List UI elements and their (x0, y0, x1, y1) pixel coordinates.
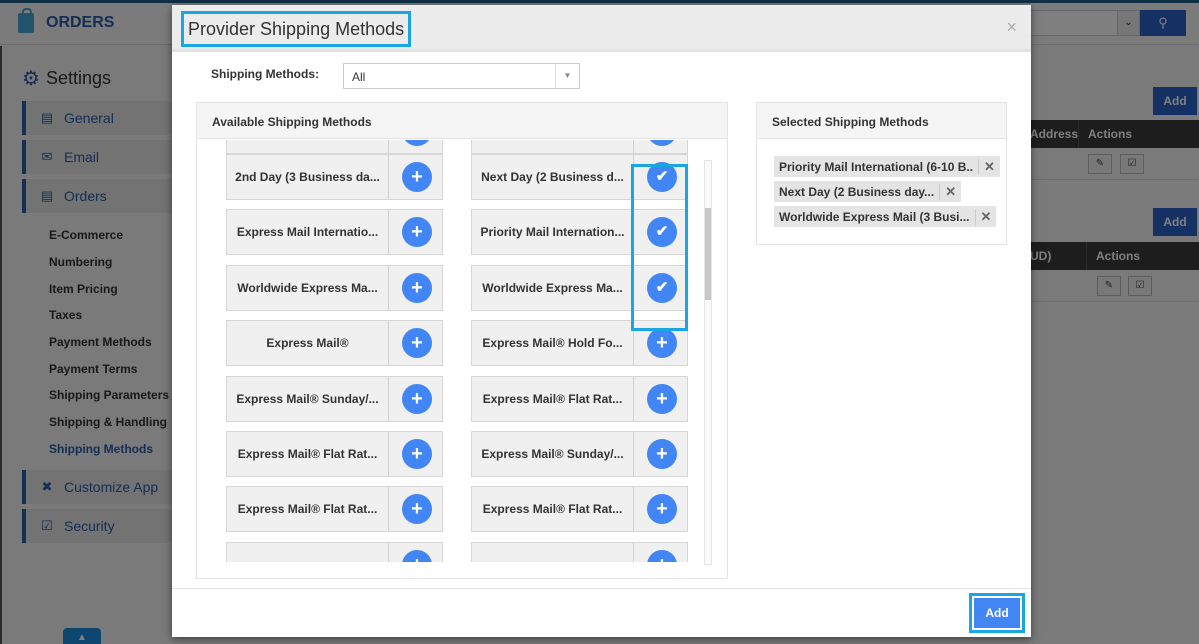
shipping-method-card: 2nd Day (3 Business da... + (226, 154, 443, 200)
add-plus-icon[interactable]: + (402, 140, 432, 146)
shipping-method-name: Express Mail® Sunday/... (227, 377, 389, 421)
shipping-method-card: Express Mail® Sunday/... + (226, 376, 443, 422)
shipping-method-card: Express Mail® Flat Rat... + (471, 376, 688, 422)
selected-methods-heading: Selected Shipping Methods (757, 103, 1006, 139)
shipping-method-name: Express Mail® Flat Rat... (227, 487, 389, 531)
remove-icon[interactable]: ✕ (974, 208, 997, 225)
available-methods-panel: Available Shipping Methods +2nd Day (3 B… (196, 102, 728, 579)
selected-check-icon[interactable]: ✔ (647, 273, 677, 303)
scrollbar-thumb[interactable] (705, 208, 711, 300)
add-plus-icon[interactable]: + (647, 384, 677, 414)
remove-icon[interactable]: ✕ (978, 158, 1000, 175)
add-plus-icon[interactable]: + (402, 384, 432, 414)
selected-check-icon[interactable]: ✔ (647, 217, 677, 247)
shipping-method-card: Express Mail® Sunday/... + (471, 431, 688, 477)
shipping-method-name: Next Day (2 Business d... (472, 155, 634, 199)
shipping-method-name: Express Mail® Flat Rat... (472, 487, 634, 531)
selected-check-icon[interactable]: ✔ (647, 162, 677, 192)
shipping-method-card: Worldwide Express Ma... ✔ (471, 265, 688, 311)
add-button-highlight: Add (969, 593, 1025, 633)
add-plus-icon[interactable]: + (647, 140, 677, 146)
selected-method-tag: Worldwide Express Mail (3 Busi... ✕ (774, 206, 997, 227)
provider-shipping-methods-modal: Provider Shipping Methods × Shipping Met… (172, 5, 1031, 637)
add-plus-icon[interactable]: + (402, 494, 432, 524)
shipping-method-name: Express Mail® Flat Rat... (227, 432, 389, 476)
shipping-method-card: Express Mail® Flat Rat... + (471, 486, 688, 532)
shipping-method-name: Express Mail Internatio... (227, 210, 389, 254)
shipping-method-name: Express Mail® Sunday/... (472, 432, 634, 476)
available-methods-scrollbar[interactable] (704, 160, 712, 565)
add-plus-icon[interactable]: + (647, 550, 677, 562)
shipping-method-card: + (471, 542, 688, 562)
shipping-method-card: Priority Mail Internation... ✔ (471, 209, 688, 255)
selected-methods-panel: Selected Shipping Methods Priority Mail … (756, 102, 1007, 245)
available-methods-heading: Available Shipping Methods (197, 103, 727, 139)
modal-footer (172, 588, 1031, 637)
shipping-method-name (472, 543, 634, 562)
add-button[interactable]: Add (974, 598, 1020, 628)
shipping-method-card: Express Mail® Hold Fo... + (471, 320, 688, 366)
add-plus-icon[interactable]: + (647, 439, 677, 469)
shipping-method-name (227, 543, 389, 562)
shipping-method-name: Express Mail® (227, 321, 389, 365)
modal-title: Provider Shipping Methods (181, 11, 412, 47)
shipping-method-name: Worldwide Express Ma... (227, 266, 389, 310)
filter-select-value: All (352, 70, 366, 84)
add-plus-icon[interactable]: + (402, 328, 432, 358)
shipping-method-name: Priority Mail Internation... (472, 210, 634, 254)
shipping-method-card: Express Mail® Flat Rat... + (226, 486, 443, 532)
add-plus-icon[interactable]: + (402, 550, 432, 562)
caret-down-icon: ▼ (555, 64, 579, 88)
shipping-method-card: Next Day (2 Business d... ✔ (471, 154, 688, 200)
tag-label: Worldwide Express Mail (3 Busi... (779, 209, 970, 224)
close-icon[interactable]: × (1006, 17, 1017, 38)
shipping-method-card: + (226, 542, 443, 562)
add-plus-icon[interactable]: + (402, 273, 432, 303)
shipping-methods-filter-label: Shipping Methods: (211, 67, 319, 81)
shipping-methods-filter-select[interactable]: All ▼ (343, 63, 580, 89)
add-plus-icon[interactable]: + (647, 328, 677, 358)
shipping-method-card: + (471, 140, 688, 154)
selected-method-tag: Next Day (2 Business day... ✕ (774, 181, 962, 202)
shipping-method-card: Worldwide Express Ma... + (226, 265, 443, 311)
available-methods-list: +2nd Day (3 Business da...+Express Mail … (197, 140, 707, 562)
selected-method-tag: Priority Mail International (6-10 B.. ✕ (774, 156, 1000, 177)
add-plus-icon[interactable]: + (647, 494, 677, 524)
shipping-method-name: Express Mail® Flat Rat... (472, 377, 634, 421)
shipping-method-card: Express Mail® + (226, 320, 443, 366)
shipping-method-name: 2nd Day (3 Business da... (227, 155, 389, 199)
modal-header: Provider Shipping Methods × (172, 5, 1031, 52)
shipping-method-card: Express Mail Internatio... + (226, 209, 443, 255)
shipping-method-name (472, 140, 634, 153)
add-plus-icon[interactable]: + (402, 217, 432, 247)
tag-label: Priority Mail International (6-10 B.. (779, 159, 974, 174)
tag-label: Next Day (2 Business day... (779, 184, 935, 199)
add-plus-icon[interactable]: + (402, 162, 432, 192)
shipping-method-name (227, 140, 389, 153)
shipping-method-name: Express Mail® Hold Fo... (472, 321, 634, 365)
shipping-method-name: Worldwide Express Ma... (472, 266, 634, 310)
shipping-method-card: Express Mail® Flat Rat... + (226, 431, 443, 477)
remove-icon[interactable]: ✕ (939, 183, 961, 200)
shipping-method-card: + (226, 140, 443, 154)
add-plus-icon[interactable]: + (402, 439, 432, 469)
